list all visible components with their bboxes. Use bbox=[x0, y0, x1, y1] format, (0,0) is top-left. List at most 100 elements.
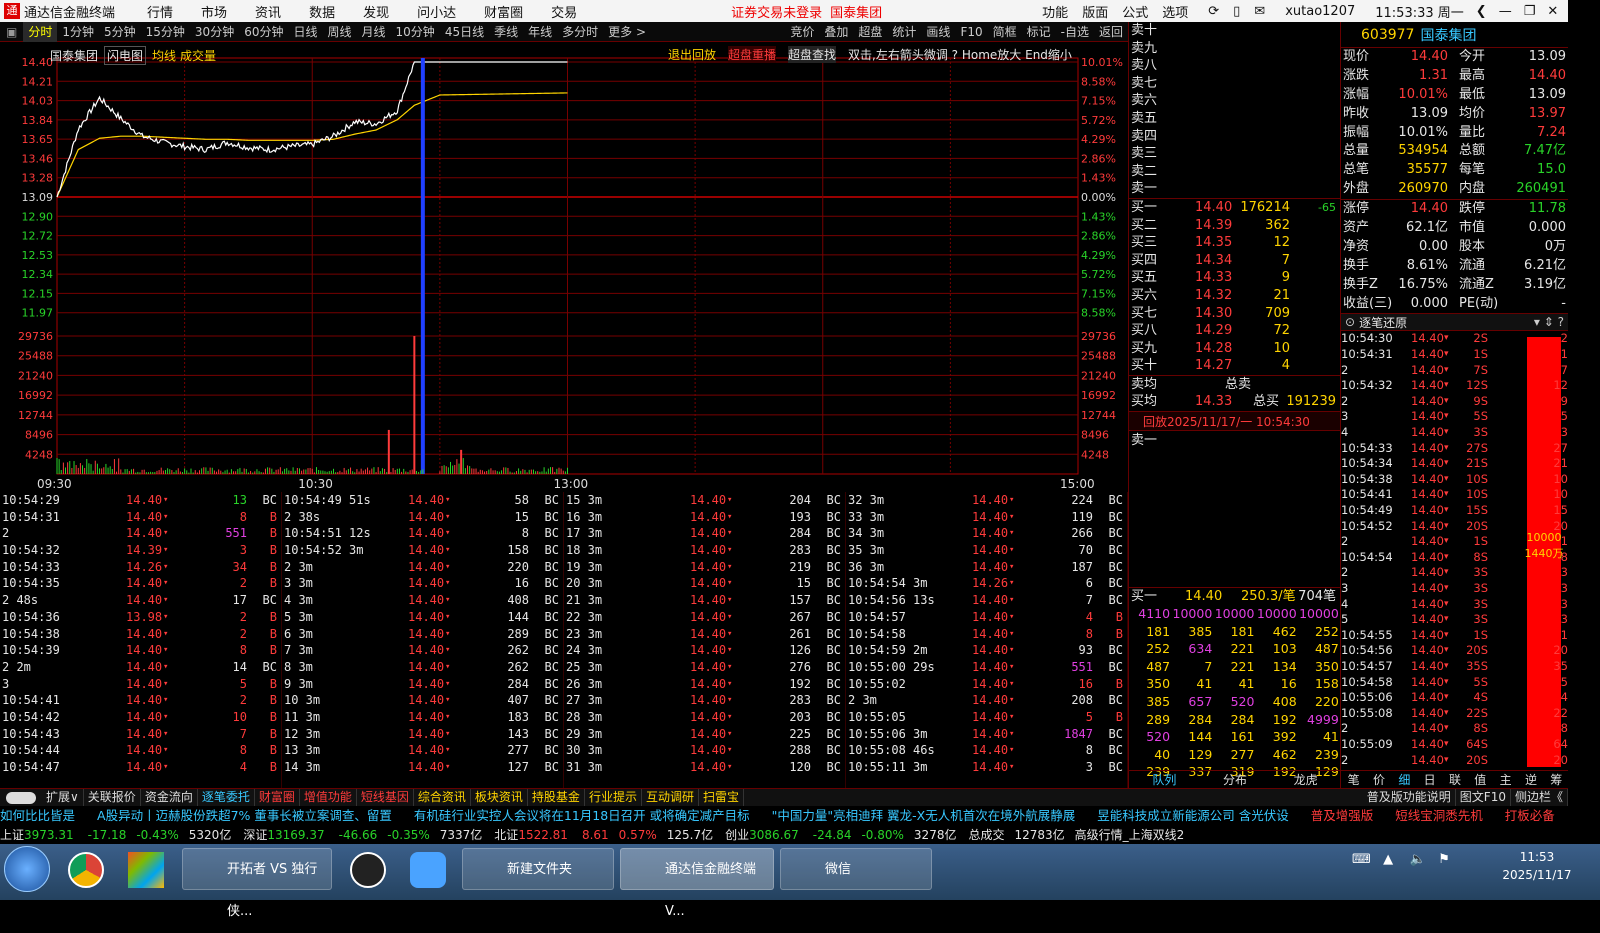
tab-period[interactable]: 分时 bbox=[23, 21, 58, 42]
tab-tool[interactable]: 叠加 bbox=[819, 22, 853, 42]
phone-icon[interactable]: ▯ bbox=[1233, 4, 1240, 19]
tab-dragon-tiger[interactable]: 龙虎 bbox=[1270, 771, 1341, 788]
menu-item[interactable]: 版面 bbox=[1082, 2, 1108, 21]
function-button[interactable]: 普及版功能说明 bbox=[1363, 789, 1456, 806]
chrome-icon[interactable] bbox=[68, 852, 104, 888]
mail-icon[interactable]: ✉ bbox=[1254, 4, 1265, 19]
restore-icon[interactable]: ❐ bbox=[1524, 4, 1536, 19]
minimize-icon[interactable]: — bbox=[1499, 4, 1512, 19]
menu-item[interactable]: 交易 bbox=[551, 2, 577, 21]
menu-item[interactable]: 公式 bbox=[1122, 2, 1148, 21]
tab-tool[interactable]: -自选 bbox=[1056, 22, 1094, 42]
tab-period[interactable]: 周线 bbox=[323, 22, 357, 42]
index-item[interactable]: 上证 3973.31 -17.18 -0.43% 5320亿 bbox=[0, 826, 231, 844]
detail-tab[interactable]: 值 bbox=[1468, 771, 1493, 788]
tray-icons[interactable]: ⌨ ▲ 🔈 ⚑ bbox=[1352, 852, 1450, 867]
taskbar-app[interactable]: 新建文件夹 bbox=[462, 848, 614, 890]
function-button[interactable]: 增值功能 bbox=[300, 789, 357, 806]
baidu-netdisk-icon[interactable] bbox=[410, 852, 446, 888]
function-button[interactable]: 侧边栏《 bbox=[1511, 789, 1568, 806]
function-button[interactable]: 短线基因 bbox=[357, 789, 414, 806]
sidebar-toggle-icon[interactable]: ▣ bbox=[0, 25, 23, 39]
detail-tab[interactable]: 筹 bbox=[1544, 771, 1569, 788]
tab-period[interactable]: 年线 bbox=[523, 22, 557, 42]
news-item[interactable]: "中国力量"亮相迪拜 翼龙-X无人机首次在境外航展静展 bbox=[772, 806, 1076, 826]
qq-icon[interactable] bbox=[350, 852, 386, 888]
tab-tool[interactable]: 画线 bbox=[921, 22, 955, 42]
news-item[interactable]: 普及增强版 bbox=[1311, 806, 1374, 826]
index-item[interactable]: 深证 13169.37 -46.66 -0.35% 7337亿 bbox=[243, 826, 482, 844]
tab-period[interactable]: 30分钟 bbox=[190, 22, 239, 42]
tab-period[interactable]: 60分钟 bbox=[239, 22, 288, 42]
news-item[interactable]: 打板必备 bbox=[1505, 806, 1555, 826]
tab-period[interactable]: 1分钟 bbox=[57, 22, 99, 42]
taskbar-app[interactable]: 微信 bbox=[780, 848, 932, 890]
exit-replay-link[interactable]: 退出回放 bbox=[668, 46, 716, 63]
username[interactable]: xutao1207 bbox=[1285, 4, 1355, 19]
tab-period[interactable]: 季线 bbox=[489, 22, 523, 42]
menu-item[interactable]: 数据 bbox=[309, 2, 335, 21]
index-item[interactable]: 创业 3086.67 -24.84 -0.80% 3278亿 bbox=[725, 826, 956, 844]
detail-tab[interactable]: 细 bbox=[1392, 771, 1417, 788]
tab-tool[interactable]: 超盘 bbox=[853, 22, 887, 42]
function-button[interactable]: 持股基金 bbox=[528, 789, 585, 806]
flash-chart-button[interactable]: 闪电图 bbox=[104, 46, 147, 65]
news-item[interactable]: 昱能科技成立新能源公司 含光伏设 bbox=[1097, 806, 1288, 826]
tab-distribution[interactable]: 分布 bbox=[1200, 771, 1271, 788]
tab-queue[interactable]: 队列 bbox=[1129, 771, 1200, 788]
refresh-icon[interactable]: ⟳ bbox=[1208, 4, 1219, 19]
menu-item[interactable]: 资讯 bbox=[255, 2, 281, 21]
tab-tool[interactable]: F10 bbox=[955, 22, 987, 42]
tab-period[interactable]: 10分钟 bbox=[391, 22, 440, 42]
taskbar-app-active[interactable]: 通达信金融终端V... bbox=[620, 848, 774, 919]
tab-tool[interactable]: 竞价 bbox=[785, 22, 819, 42]
store-icon[interactable] bbox=[128, 852, 164, 888]
tab-period[interactable]: 5分钟 bbox=[99, 22, 141, 42]
toggle-icon[interactable] bbox=[6, 791, 36, 804]
news-item[interactable]: A股异动丨迈赫股份跌超7% 董事长被立案调查、留置 bbox=[97, 806, 392, 826]
tab-tool[interactable]: 简框 bbox=[988, 22, 1022, 42]
function-button[interactable]: 图文F10 bbox=[1456, 789, 1511, 806]
tab-period[interactable]: 月线 bbox=[357, 22, 391, 42]
intraday-chart[interactable]: 14.40 10.01% 14.21 8.58% 14.03 7.15% 13.84 5.72… bbox=[0, 44, 1128, 491]
function-button[interactable]: 资金流向 bbox=[141, 789, 198, 806]
collapse-icon[interactable]: ⊙ bbox=[1345, 315, 1355, 329]
news-item[interactable]: 有机硅行业实控人会议将在11月18日召开 或将确定减产目标 bbox=[414, 806, 750, 826]
close-icon[interactable]: ✕ bbox=[1547, 4, 1558, 19]
search-link[interactable]: 超盘查找 bbox=[788, 46, 837, 63]
news-item[interactable]: 如何比比皆是 bbox=[0, 806, 75, 826]
start-button[interactable] bbox=[4, 846, 50, 892]
menu-item[interactable]: 行情 bbox=[147, 2, 173, 21]
menu-item[interactable]: 财富圈 bbox=[484, 2, 523, 21]
function-button[interactable]: 关联报价 bbox=[84, 789, 141, 806]
menu-item[interactable]: 发现 bbox=[363, 2, 389, 21]
tab-period[interactable]: 多分时 bbox=[557, 22, 603, 42]
detail-tab[interactable]: 价 bbox=[1366, 771, 1391, 788]
menu-item[interactable]: 问小达 bbox=[417, 2, 456, 21]
function-button[interactable]: 逐笔委托 bbox=[198, 789, 255, 806]
function-button[interactable]: 综合资讯 bbox=[414, 789, 471, 806]
function-button[interactable]: 互动调研 bbox=[642, 789, 699, 806]
tab-tool[interactable]: 返回 bbox=[1094, 22, 1128, 42]
menu-item[interactable]: 功能 bbox=[1042, 2, 1068, 21]
tab-tool[interactable]: 统计 bbox=[887, 22, 921, 42]
menu-item[interactable]: 市场 bbox=[201, 2, 227, 21]
detail-tab[interactable]: 主 bbox=[1493, 771, 1518, 788]
back-icon[interactable]: ❮ bbox=[1476, 4, 1487, 19]
tab-period[interactable]: 45日线 bbox=[440, 22, 489, 42]
menu-item[interactable]: 选项 bbox=[1162, 2, 1188, 21]
replay-link[interactable]: 超盘重播 bbox=[728, 46, 777, 63]
detail-tab[interactable]: 笔 bbox=[1341, 771, 1366, 788]
intraday-chart-svg[interactable]: 14.40 10.01% 14.21 8.58% 14.03 7.15% 13.84 5.72… bbox=[0, 44, 1128, 491]
detail-tab[interactable]: 逆 bbox=[1518, 771, 1543, 788]
function-button[interactable]: 板块资讯 bbox=[471, 789, 528, 806]
index-item[interactable]: 北证 1522.81 8.61 0.57% 125.7亿 bbox=[494, 826, 713, 844]
function-button[interactable]: 扩展∨ bbox=[42, 789, 84, 806]
news-item[interactable]: 短线宝洞悉先机 bbox=[1395, 806, 1483, 826]
detail-tab[interactable]: 联 bbox=[1442, 771, 1467, 788]
detail-tab[interactable]: 日 bbox=[1417, 771, 1442, 788]
login-notice[interactable]: 证券交易未登录 bbox=[731, 2, 822, 21]
tab-tool[interactable]: 标记 bbox=[1022, 22, 1056, 42]
filter-icon[interactable]: ▾ ⇕ ? bbox=[1534, 315, 1564, 329]
function-button[interactable]: 行业提示 bbox=[585, 789, 642, 806]
